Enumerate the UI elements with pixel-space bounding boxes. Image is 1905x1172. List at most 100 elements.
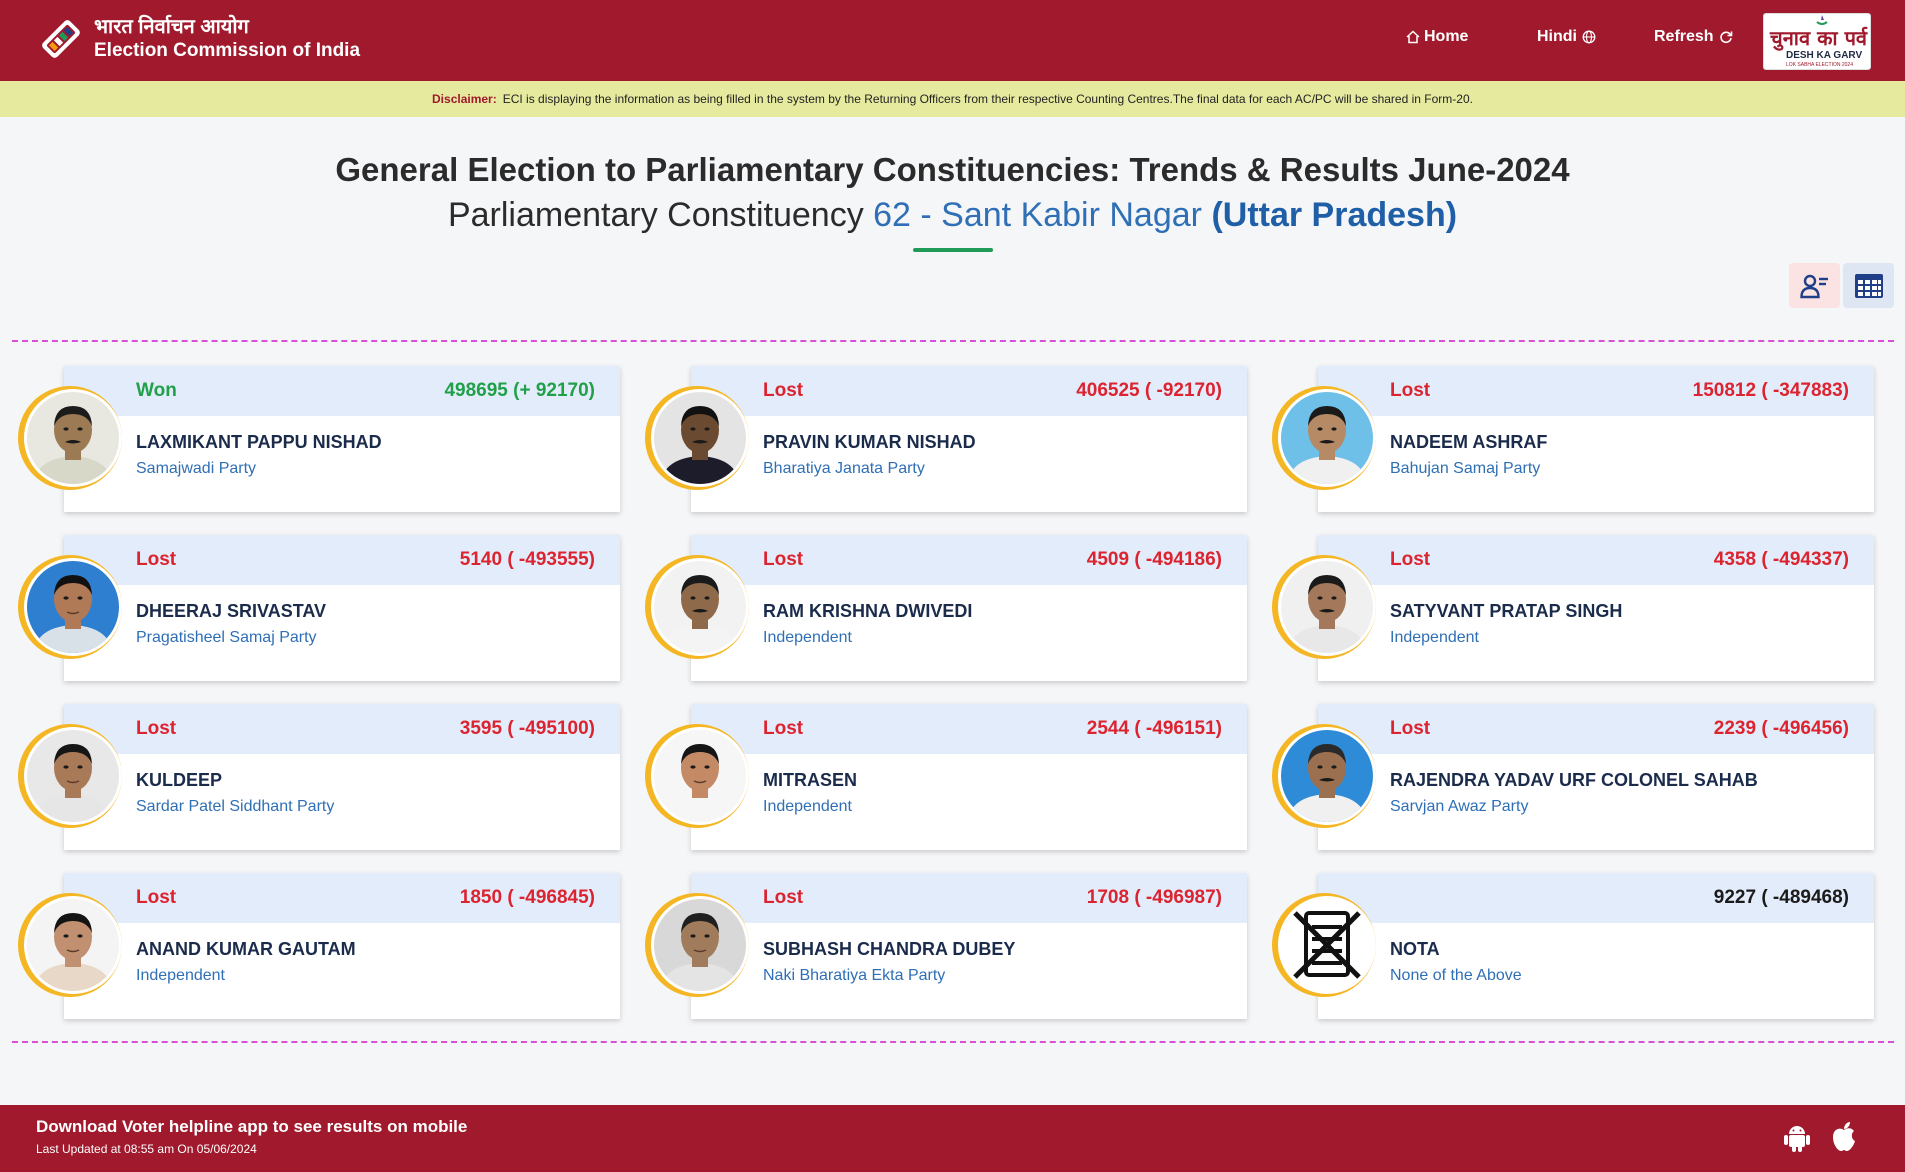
candidate-party: Bahujan Samaj Party bbox=[1390, 460, 1541, 477]
candidate-photo-ring bbox=[18, 386, 122, 490]
candidate-party: Independent bbox=[763, 798, 852, 815]
candidate-photo-ring bbox=[645, 893, 749, 997]
dashed-divider-top bbox=[12, 340, 1894, 342]
badge-text-english: DESH KA GARV bbox=[1786, 50, 1863, 61]
nav-home-link[interactable]: Home bbox=[1406, 28, 1468, 46]
candidate-photo bbox=[24, 389, 122, 487]
candidate-party: Pragatisheel Samaj Party bbox=[136, 629, 317, 646]
candidate-status: Won bbox=[136, 380, 177, 401]
candidate-card[interactable]: Lost 3595 ( -495100) KULDEEP Sardar Pate… bbox=[18, 704, 620, 850]
candidate-card[interactable]: Lost 2239 ( -496456) RAJENDRA YADAV URF … bbox=[1272, 704, 1874, 850]
dashed-divider-bottom bbox=[12, 1041, 1894, 1043]
candidate-name: ANAND KUMAR GAUTAM bbox=[136, 939, 356, 959]
candidate-card-box: Won 498695 (+ 92170) LAXMIKANT PAPPU NIS… bbox=[64, 366, 620, 512]
candidate-party: Samajwadi Party bbox=[136, 460, 257, 477]
candidate-status: Lost bbox=[136, 549, 177, 570]
candidate-name: DHEERAJ SRIVASTAV bbox=[136, 601, 327, 621]
candidate-status: Lost bbox=[1390, 718, 1431, 739]
candidate-votes: 150812 ( -347883) bbox=[1692, 380, 1849, 401]
candidate-card[interactable]: Lost 4358 ( -494337) SATYVANT PRATAP SIN… bbox=[1272, 535, 1874, 681]
candidate-name: RAM KRISHNA DWIVEDI bbox=[763, 601, 973, 621]
candidate-card-box: Lost 3595 ( -495100) KULDEEP Sardar Pate… bbox=[64, 704, 620, 850]
candidate-card[interactable]: Lost 4509 ( -494186) RAM KRISHNA DWIVEDI… bbox=[645, 535, 1247, 681]
candidate-name: LAXMIKANT PAPPU NISHAD bbox=[136, 432, 382, 452]
candidate-photo bbox=[651, 896, 749, 994]
android-app-link[interactable] bbox=[1783, 1123, 1811, 1158]
candidate-card[interactable]: Won 498695 (+ 92170) LAXMIKANT PAPPU NIS… bbox=[18, 366, 620, 512]
candidate-photo-ring bbox=[645, 555, 749, 659]
candidate-card[interactable]: Lost 2544 ( -496151) MITRASEN Independen… bbox=[645, 704, 1247, 850]
disclaimer-bar: Disclaimer: ECI is displaying the informa… bbox=[0, 81, 1905, 117]
table-view-button[interactable] bbox=[1843, 263, 1894, 308]
candidate-votes: 3595 ( -495100) bbox=[459, 718, 595, 739]
candidate-photo-ring bbox=[18, 555, 122, 659]
candidate-card-box: Lost 1850 ( -496845) ANAND KUMAR GAUTAM … bbox=[64, 873, 620, 1019]
nav-hindi-link[interactable]: Hindi bbox=[1537, 28, 1596, 46]
candidate-name: KULDEEP bbox=[136, 770, 223, 790]
candidate-photo-ring bbox=[1272, 555, 1376, 659]
candidate-name: SUBHASH CHANDRA DUBEY bbox=[763, 939, 1016, 959]
candidate-name: NADEEM ASHRAF bbox=[1390, 432, 1548, 452]
candidate-card[interactable]: Lost 150812 ( -347883) NADEEM ASHRAF Bah… bbox=[1272, 366, 1874, 512]
apple-icon bbox=[1833, 1122, 1855, 1151]
candidate-status: Lost bbox=[1390, 549, 1431, 570]
candidate-card[interactable]: Lost 406525 ( -92170) PRAVIN KUMAR NISHA… bbox=[645, 366, 1247, 512]
footer-last-updated: Last Updated at 08:55 am On 05/06/2024 bbox=[36, 1142, 257, 1156]
candidate-photo-ring bbox=[645, 386, 749, 490]
disclaimer-text: ECI is displaying the information as bei… bbox=[502, 92, 1473, 106]
state-name: (Uttar Pradesh) bbox=[1211, 196, 1458, 234]
candidate-photo-ring bbox=[645, 724, 749, 828]
candidate-photo bbox=[1278, 389, 1376, 487]
candidate-card[interactable]: 9227 ( -489468) NOTA None of the Above bbox=[1272, 873, 1874, 1019]
footer-app-text: Download Voter helpline app to see resul… bbox=[36, 1117, 468, 1136]
candidate-party: Sarvjan Awaz Party bbox=[1390, 798, 1529, 815]
candidate-status: Lost bbox=[763, 887, 804, 908]
candidate-votes: 5140 ( -493555) bbox=[459, 549, 595, 570]
apple-app-link[interactable] bbox=[1830, 1121, 1858, 1158]
candidate-photo bbox=[24, 558, 122, 656]
candidate-votes: 2239 ( -496456) bbox=[1713, 718, 1849, 739]
candidate-photo-ring bbox=[1272, 724, 1376, 828]
desh-ka-garv-badge: चुनाव का पर्व DESH KA GARV LOK SABHA ELE… bbox=[1763, 13, 1871, 70]
home-icon bbox=[1406, 30, 1420, 44]
candidate-votes: 2544 ( -496151) bbox=[1086, 718, 1222, 739]
candidate-party: Independent bbox=[1390, 629, 1479, 646]
constituency-name: 62 - Sant Kabir Nagar bbox=[873, 196, 1202, 234]
badge-text-hindi: चुनाव का पर्व bbox=[1770, 26, 1868, 50]
candidate-card[interactable]: Lost 5140 ( -493555) DHEERAJ SRIVASTAV P… bbox=[18, 535, 620, 681]
candidate-name: RAJENDRA YADAV URF COLONEL SAHAB bbox=[1390, 770, 1758, 790]
candidate-status: Lost bbox=[763, 549, 804, 570]
candidate-votes: 1850 ( -496845) bbox=[459, 887, 595, 908]
candidate-card-box: Lost 2544 ( -496151) MITRASEN Independen… bbox=[691, 704, 1247, 850]
constituency-title: Parliamentary Constituency 62 - Sant Kab… bbox=[0, 196, 1905, 235]
candidate-card-box: Lost 5140 ( -493555) DHEERAJ SRIVASTAV P… bbox=[64, 535, 620, 681]
globe-icon bbox=[1582, 30, 1596, 44]
candidate-votes: 1708 ( -496987) bbox=[1086, 887, 1222, 908]
android-icon bbox=[1784, 1126, 1810, 1152]
eci-logo-link[interactable]: भारत निर्वाचन आयोग Election Commission o… bbox=[34, 12, 360, 66]
candidate-card[interactable]: Lost 1850 ( -496845) ANAND KUMAR GAUTAM … bbox=[18, 873, 620, 1019]
candidate-list-icon bbox=[1799, 274, 1828, 298]
candidate-name: SATYVANT PRATAP SINGH bbox=[1390, 601, 1623, 621]
candidate-card-box: Lost 2239 ( -496456) RAJENDRA YADAV URF … bbox=[1318, 704, 1874, 850]
candidate-votes: 4358 ( -494337) bbox=[1713, 549, 1849, 570]
candidate-photo-ring bbox=[18, 893, 122, 997]
candidate-view-button[interactable] bbox=[1789, 263, 1840, 308]
candidate-card[interactable]: Lost 1708 ( -496987) SUBHASH CHANDRA DUB… bbox=[645, 873, 1247, 1019]
org-name-english: Election Commission of India bbox=[94, 40, 361, 61]
candidate-card-box: Lost 4358 ( -494337) SATYVANT PRATAP SIN… bbox=[1318, 535, 1874, 681]
candidate-photo-ring bbox=[1272, 893, 1376, 997]
candidate-status: Lost bbox=[136, 887, 177, 908]
candidate-votes: 9227 ( -489468) bbox=[1713, 887, 1849, 908]
candidate-name: NOTA bbox=[1390, 939, 1440, 959]
candidate-photo bbox=[651, 558, 749, 656]
candidate-status: Lost bbox=[1390, 380, 1431, 401]
candidate-party: Bharatiya Janata Party bbox=[763, 460, 925, 477]
candidate-status: Lost bbox=[763, 380, 804, 401]
title-underline bbox=[913, 248, 993, 252]
candidate-card-box: Lost 4509 ( -494186) RAM KRISHNA DWIVEDI… bbox=[691, 535, 1247, 681]
candidate-photo bbox=[1278, 558, 1376, 656]
candidate-photo bbox=[1278, 727, 1376, 825]
candidate-votes: 4509 ( -494186) bbox=[1086, 549, 1222, 570]
nav-refresh-button[interactable]: Refresh bbox=[1654, 28, 1733, 46]
